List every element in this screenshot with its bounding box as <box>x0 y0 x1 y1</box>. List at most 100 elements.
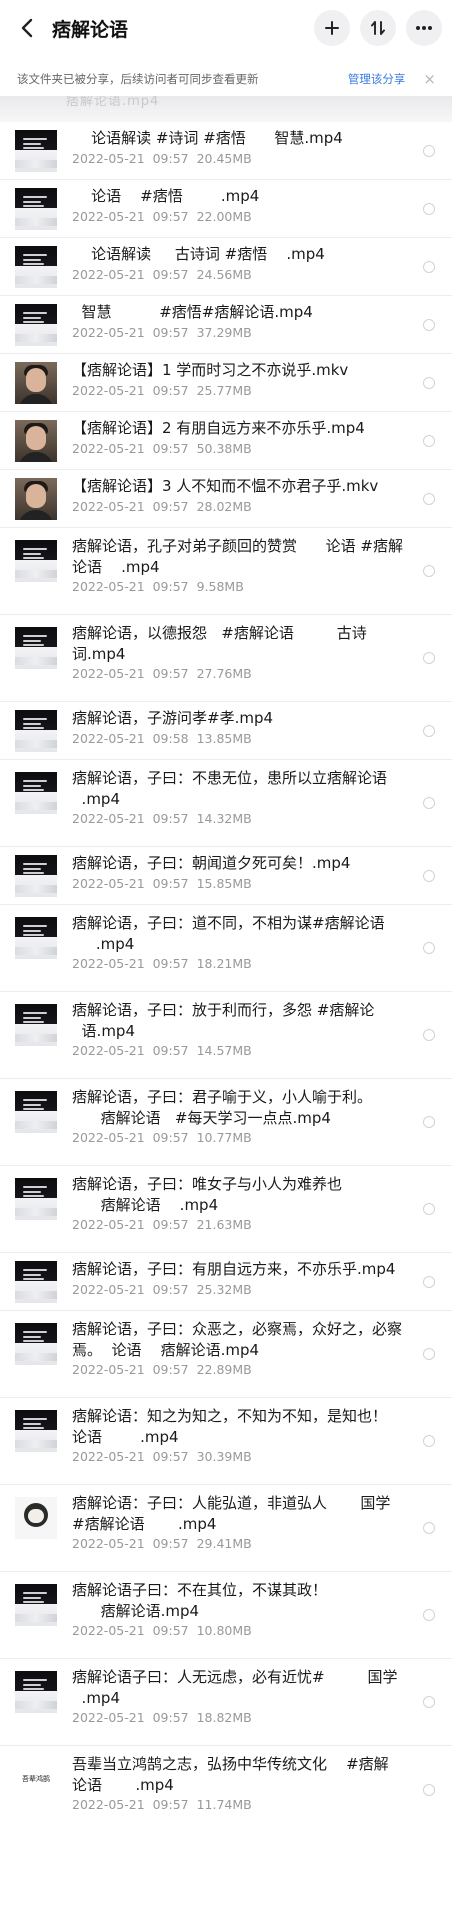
file-time: 09:57 <box>152 666 189 681</box>
file-thumbnail <box>15 1671 57 1713</box>
select-radio[interactable] <box>423 1116 435 1128</box>
file-row[interactable]: 智慧 #痞悟#痞解论语.mp4 2022-05-21 09:57 37.29MB <box>0 295 452 353</box>
select-radio[interactable] <box>423 1275 435 1288</box>
file-name: 痞解论语，子曰：众恶之，必察焉，众好之，必察焉。 论语 痞解论语.mp4 <box>72 1320 403 1359</box>
file-row[interactable]: 论语解读 古诗词 #痞悟 .mp4 2022-05-21 09:57 24.56M… <box>0 237 452 295</box>
file-time: 09:57 <box>152 1623 189 1638</box>
close-icon[interactable]: × <box>423 70 436 88</box>
add-button[interactable] <box>314 10 350 46</box>
file-date: 2022-05-21 <box>72 666 145 681</box>
select-radio[interactable] <box>423 492 435 505</box>
file-size: 22.89MB <box>196 1362 252 1377</box>
file-row[interactable]: 吾辈鸿鹄 吾辈当立鸿鹄之志，弘扬中华传统文化 #痞解 论语 .mp4 2022-05… <box>0 1745 452 1833</box>
file-time: 09:57 <box>152 151 189 166</box>
page-title: 痞解论语 <box>52 18 129 41</box>
select-radio[interactable] <box>423 1609 435 1621</box>
file-thumbnail <box>15 855 57 897</box>
select-radio[interactable] <box>423 1348 435 1360</box>
select-radio[interactable] <box>423 565 435 577</box>
file-thumbnail <box>15 710 57 752</box>
file-time: 09:58 <box>152 731 189 746</box>
file-row[interactable]: 论语解读 #诗词 #痞悟 智慧.mp4 2022-05-21 09:57 20.4… <box>0 122 452 179</box>
select-radio[interactable] <box>423 869 435 882</box>
add-icon <box>325 21 339 35</box>
file-meta: 2022-05-21 09:57 25.77MB <box>72 383 252 398</box>
file-row[interactable]: 痞解论语子曰：人无远虑，必有近忧# 国学 .mp4 2022-05-21 09:5… <box>0 1658 452 1745</box>
file-row[interactable]: 痞解论语，子曰：朝闻道夕死可矣！.mp4 2022-05-21 09:57 15.… <box>0 846 452 904</box>
select-radio[interactable] <box>423 1783 435 1796</box>
select-radio[interactable] <box>423 652 435 664</box>
file-row[interactable]: 痞解论语，子曰：放于利而行，多怨 #痞解论 语.mp4 2022-05-21 09… <box>0 991 452 1078</box>
file-row[interactable]: 痞解论语，子游问孝#孝.mp4 2022-05-21 09:58 13.85MB <box>0 701 452 759</box>
file-row[interactable]: 【痞解论语】1 学而时习之不亦说乎.mkv 2022-05-21 09:57 25… <box>0 353 452 411</box>
file-meta: 2022-05-21 09:57 22.89MB <box>72 1362 252 1377</box>
file-date: 2022-05-21 <box>72 956 145 971</box>
file-size: 9.58MB <box>196 579 244 594</box>
file-thumbnail <box>15 130 57 172</box>
select-radio[interactable] <box>423 144 435 157</box>
select-radio[interactable] <box>423 260 435 273</box>
file-row[interactable]: 【痞解论语】2 有朋自远方来不亦乐乎.mp4 2022-05-21 09:57 5… <box>0 411 452 469</box>
file-row[interactable]: 痞解论语，以德报怨 #痞解论语 古诗词.mp4 2022-05-21 09:57 … <box>0 614 452 701</box>
file-thumbnail <box>15 917 57 959</box>
file-time: 09:57 <box>152 1710 189 1725</box>
select-radio[interactable] <box>423 1435 435 1447</box>
file-name: 痞解论语：子曰：人能弘道，非道弘人 国学 #痞解论语 .mp4 <box>72 1494 391 1533</box>
file-row[interactable]: 痞解论语，子曰：君子喻于义，小人喻于利。 痞解论语 #每天学习一点点.mp4 20… <box>0 1078 452 1165</box>
file-row[interactable]: 痞解论语，子曰：道不同，不相为谋#痞解论语 .mp4 2022-05-21 09:… <box>0 904 452 991</box>
file-time: 09:57 <box>152 1797 189 1812</box>
file-name: 痞解论语子曰：人无远虑，必有近忧# 国学 .mp4 <box>72 1668 398 1707</box>
select-radio[interactable] <box>423 1029 435 1041</box>
file-size: 15.85MB <box>196 876 252 891</box>
file-meta: 2022-05-21 09:57 24.56MB <box>72 267 252 282</box>
file-row[interactable]: 痞解论语，子曰：众恶之，必察焉，众好之，必察焉。 论语 痞解论语.mp4 2022… <box>0 1310 452 1397</box>
select-radio[interactable] <box>423 942 435 954</box>
select-radio[interactable] <box>423 202 435 215</box>
select-radio[interactable] <box>423 1203 435 1215</box>
file-date: 2022-05-21 <box>72 1282 145 1297</box>
file-row[interactable]: 痞解论语：子曰：人能弘道，非道弘人 国学 #痞解论语 .mp4 2022-05-2… <box>0 1484 452 1571</box>
file-size: 10.80MB <box>196 1623 252 1638</box>
file-row[interactable]: 痞解论语，孔子对弟子颜回的赞赏 论语 #痞解论语 .mp4 2022-05-21 … <box>0 527 452 614</box>
file-thumbnail <box>15 1091 57 1133</box>
top-bar: 痞解论语 <box>0 0 452 56</box>
file-size: 25.32MB <box>196 1282 252 1297</box>
file-time: 09:57 <box>152 1449 189 1464</box>
manage-share-link[interactable]: 管理该分享 <box>348 71 406 87</box>
file-date: 2022-05-21 <box>72 1449 145 1464</box>
back-icon[interactable] <box>16 17 38 39</box>
file-date: 2022-05-21 <box>72 209 145 224</box>
file-date: 2022-05-21 <box>72 325 145 340</box>
more-button[interactable] <box>406 10 442 46</box>
file-row[interactable]: 痞解论语，子曰：有朋自远方来，不亦乐乎.mp4 2022-05-21 09:57 … <box>0 1252 452 1310</box>
file-row[interactable]: 痞解论语，子曰：唯女子与小人为难养也 痞解论语 .mp4 2022-05-21 0… <box>0 1165 452 1252</box>
file-name: 【痞解论语】2 有朋自远方来不亦乐乎.mp4 <box>72 419 365 437</box>
select-radio[interactable] <box>423 1696 435 1708</box>
file-thumbnail <box>15 478 57 520</box>
file-row[interactable]: 痞解论语，子曰：不患无位，患所以立痞解论语 .mp4 2022-05-21 09:… <box>0 759 452 846</box>
select-radio[interactable] <box>423 724 435 737</box>
file-size: 14.32MB <box>196 811 252 826</box>
file-size: 24.56MB <box>196 267 252 282</box>
file-row[interactable]: 【痞解论语】3 人不知而不愠不亦君子乎.mkv 2022-05-21 09:57 … <box>0 469 452 527</box>
file-meta: 2022-05-21 09:57 29.41MB <box>72 1536 252 1551</box>
file-meta: 2022-05-21 09:58 13.85MB <box>72 731 252 746</box>
select-radio[interactable] <box>423 1522 435 1534</box>
select-radio[interactable] <box>423 434 435 447</box>
file-row[interactable]: 痞解论语：知之为知之，不知为不知，是知也！ 论语 .mp4 2022-05-21 … <box>0 1397 452 1484</box>
file-row[interactable]: 痞解论语子曰：不在其位，不谋其政！ 痞解论语.mp4 2022-05-21 09:… <box>0 1571 452 1658</box>
file-size: 29.41MB <box>196 1536 252 1551</box>
file-meta: 2022-05-21 09:57 10.80MB <box>72 1623 252 1638</box>
file-thumbnail <box>15 420 57 462</box>
select-radio[interactable] <box>423 376 435 389</box>
file-row[interactable]: 论语 #痞悟 .mp4 2022-05-21 09:57 22.00MB <box>0 179 452 237</box>
partially-hidden-row-text: 痞解论语.mp4 <box>66 96 160 109</box>
file-thumbnail <box>15 1261 57 1303</box>
file-meta: 2022-05-21 09:57 10.77MB <box>72 1130 252 1145</box>
file-size: 30.39MB <box>196 1449 252 1464</box>
select-radio[interactable] <box>423 797 435 809</box>
select-radio[interactable] <box>423 318 435 331</box>
file-date: 2022-05-21 <box>72 1623 145 1638</box>
sort-button[interactable] <box>360 10 396 46</box>
file-thumbnail <box>15 540 57 582</box>
